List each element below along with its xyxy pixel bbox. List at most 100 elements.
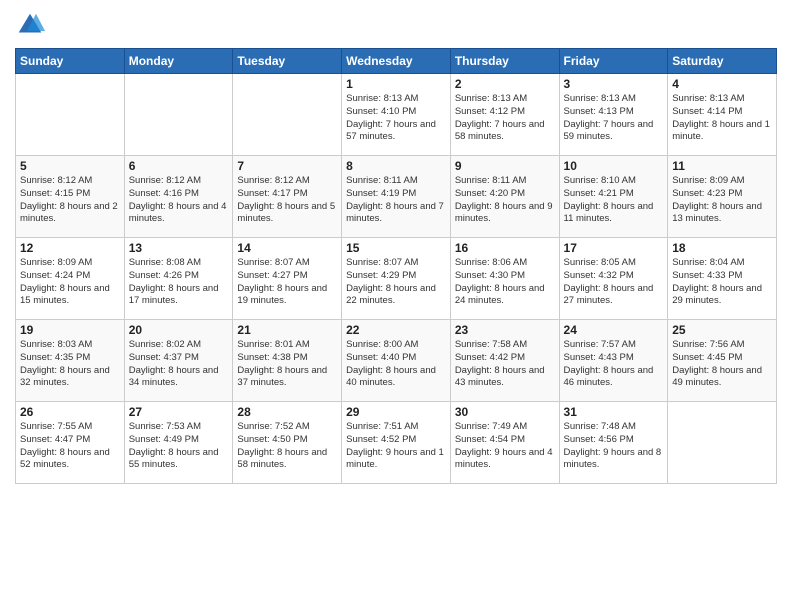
calendar-cell: 22 Sunrise: 8:00 AM Sunset: 4:40 PM Dayli… [342,320,451,402]
calendar-cell [124,74,233,156]
day-info: Sunrise: 7:55 AM Sunset: 4:47 PM Dayligh… [20,421,120,472]
day-number: 12 [20,241,120,255]
day-number: 11 [672,159,772,173]
calendar-cell: 18 Sunrise: 8:04 AM Sunset: 4:33 PM Dayli… [668,238,777,320]
day-info: Sunrise: 8:09 AM Sunset: 4:23 PM Dayligh… [672,175,772,226]
day-info: Sunrise: 7:58 AM Sunset: 4:42 PM Dayligh… [455,339,555,390]
day-info: Sunrise: 7:56 AM Sunset: 4:45 PM Dayligh… [672,339,772,390]
calendar-cell: 15 Sunrise: 8:07 AM Sunset: 4:29 PM Dayli… [342,238,451,320]
day-number: 3 [564,77,664,91]
calendar-cell: 23 Sunrise: 7:58 AM Sunset: 4:42 PM Dayli… [450,320,559,402]
day-info: Sunrise: 8:00 AM Sunset: 4:40 PM Dayligh… [346,339,446,390]
day-number: 20 [129,323,229,337]
calendar-cell: 2Sunrise: 8:13 AM Sunset: 4:12 PM Daylig… [450,74,559,156]
day-info: Sunrise: 8:12 AM Sunset: 4:17 PM Dayligh… [237,175,337,226]
day-info: Sunrise: 8:01 AM Sunset: 4:38 PM Dayligh… [237,339,337,390]
calendar-cell: 21 Sunrise: 8:01 AM Sunset: 4:38 PM Dayli… [233,320,342,402]
calendar-cell: 14 Sunrise: 8:07 AM Sunset: 4:27 PM Dayli… [233,238,342,320]
calendar-cell: 25 Sunrise: 7:56 AM Sunset: 4:45 PM Dayli… [668,320,777,402]
day-info: Sunrise: 8:13 AM Sunset: 4:13 PM Dayligh… [564,93,664,144]
day-number: 25 [672,323,772,337]
calendar-cell: 10 Sunrise: 8:10 AM Sunset: 4:21 PM Dayli… [559,156,668,238]
calendar-cell: 30Sunrise: 7:49 AM Sunset: 4:54 PM Dayli… [450,402,559,484]
calendar-cell [233,74,342,156]
day-number: 15 [346,241,446,255]
day-info: Sunrise: 7:57 AM Sunset: 4:43 PM Dayligh… [564,339,664,390]
weekday-header: Friday [559,49,668,74]
day-number: 4 [672,77,772,91]
calendar-cell: 5Sunrise: 8:12 AM Sunset: 4:15 PM Daylig… [16,156,125,238]
day-info: Sunrise: 8:07 AM Sunset: 4:29 PM Dayligh… [346,257,446,308]
calendar-cell: 12 Sunrise: 8:09 AM Sunset: 4:24 PM Dayli… [16,238,125,320]
day-number: 26 [20,405,120,419]
weekday-header: Tuesday [233,49,342,74]
day-info: Sunrise: 7:49 AM Sunset: 4:54 PM Dayligh… [455,421,555,472]
day-info: Sunrise: 8:09 AM Sunset: 4:24 PM Dayligh… [20,257,120,308]
logo [15,10,49,40]
day-info: Sunrise: 8:02 AM Sunset: 4:37 PM Dayligh… [129,339,229,390]
day-info: Sunrise: 8:05 AM Sunset: 4:32 PM Dayligh… [564,257,664,308]
day-number: 13 [129,241,229,255]
day-number: 29 [346,405,446,419]
weekday-header: Wednesday [342,49,451,74]
weekday-header: Saturday [668,49,777,74]
calendar-cell [668,402,777,484]
day-number: 18 [672,241,772,255]
calendar-cell: 17 Sunrise: 8:05 AM Sunset: 4:32 PM Dayli… [559,238,668,320]
calendar-cell: 4Sunrise: 8:13 AM Sunset: 4:14 PM Daylig… [668,74,777,156]
day-number: 23 [455,323,555,337]
day-info: Sunrise: 8:04 AM Sunset: 4:33 PM Dayligh… [672,257,772,308]
day-number: 28 [237,405,337,419]
page-container: SundayMondayTuesdayWednesdayThursdayFrid… [0,0,792,612]
calendar-cell: 31Sunrise: 7:48 AM Sunset: 4:56 PM Dayli… [559,402,668,484]
day-number: 1 [346,77,446,91]
calendar-cell: 24 Sunrise: 7:57 AM Sunset: 4:43 PM Dayli… [559,320,668,402]
calendar-cell: 1 Sunrise: 8:13 AM Sunset: 4:10 PM Daylig… [342,74,451,156]
day-number: 7 [237,159,337,173]
day-info: Sunrise: 7:53 AM Sunset: 4:49 PM Dayligh… [129,421,229,472]
calendar-cell: 16 Sunrise: 8:06 AM Sunset: 4:30 PM Dayli… [450,238,559,320]
calendar-cell: 13 Sunrise: 8:08 AM Sunset: 4:26 PM Dayli… [124,238,233,320]
calendar-cell: 6 Sunrise: 8:12 AM Sunset: 4:16 PM Daylig… [124,156,233,238]
calendar-cell: 19Sunrise: 8:03 AM Sunset: 4:35 PM Dayli… [16,320,125,402]
day-info: Sunrise: 8:06 AM Sunset: 4:30 PM Dayligh… [455,257,555,308]
weekday-header-row: SundayMondayTuesdayWednesdayThursdayFrid… [16,49,777,74]
day-number: 6 [129,159,229,173]
day-info: Sunrise: 7:48 AM Sunset: 4:56 PM Dayligh… [564,421,664,472]
day-info: Sunrise: 8:12 AM Sunset: 4:16 PM Dayligh… [129,175,229,226]
calendar-cell: 20 Sunrise: 8:02 AM Sunset: 4:37 PM Dayli… [124,320,233,402]
day-info: Sunrise: 8:03 AM Sunset: 4:35 PM Dayligh… [20,339,120,390]
day-number: 27 [129,405,229,419]
day-info: Sunrise: 8:10 AM Sunset: 4:21 PM Dayligh… [564,175,664,226]
calendar-week-row: 12 Sunrise: 8:09 AM Sunset: 4:24 PM Dayli… [16,238,777,320]
day-number: 24 [564,323,664,337]
calendar-cell: 9Sunrise: 8:11 AM Sunset: 4:20 PM Daylig… [450,156,559,238]
day-number: 17 [564,241,664,255]
weekday-header: Thursday [450,49,559,74]
calendar-week-row: 1 Sunrise: 8:13 AM Sunset: 4:10 PM Daylig… [16,74,777,156]
calendar-cell: 29 Sunrise: 7:51 AM Sunset: 4:52 PM Dayli… [342,402,451,484]
calendar-cell: 28 Sunrise: 7:52 AM Sunset: 4:50 PM Dayli… [233,402,342,484]
day-info: Sunrise: 7:52 AM Sunset: 4:50 PM Dayligh… [237,421,337,472]
day-number: 9 [455,159,555,173]
calendar-week-row: 19Sunrise: 8:03 AM Sunset: 4:35 PM Dayli… [16,320,777,402]
day-info: Sunrise: 8:08 AM Sunset: 4:26 PM Dayligh… [129,257,229,308]
day-number: 2 [455,77,555,91]
header [15,10,777,40]
day-number: 16 [455,241,555,255]
calendar-cell: 3 Sunrise: 8:13 AM Sunset: 4:13 PM Daylig… [559,74,668,156]
day-number: 14 [237,241,337,255]
weekday-header: Monday [124,49,233,74]
calendar-cell: 26 Sunrise: 7:55 AM Sunset: 4:47 PM Dayli… [16,402,125,484]
day-number: 22 [346,323,446,337]
calendar-week-row: 5Sunrise: 8:12 AM Sunset: 4:15 PM Daylig… [16,156,777,238]
day-number: 5 [20,159,120,173]
calendar-table: SundayMondayTuesdayWednesdayThursdayFrid… [15,48,777,484]
day-info: Sunrise: 7:51 AM Sunset: 4:52 PM Dayligh… [346,421,446,472]
day-number: 21 [237,323,337,337]
day-number: 10 [564,159,664,173]
calendar-cell: 27 Sunrise: 7:53 AM Sunset: 4:49 PM Dayli… [124,402,233,484]
day-info: Sunrise: 8:07 AM Sunset: 4:27 PM Dayligh… [237,257,337,308]
day-info: Sunrise: 8:13 AM Sunset: 4:10 PM Dayligh… [346,93,446,144]
calendar-week-row: 26 Sunrise: 7:55 AM Sunset: 4:47 PM Dayli… [16,402,777,484]
